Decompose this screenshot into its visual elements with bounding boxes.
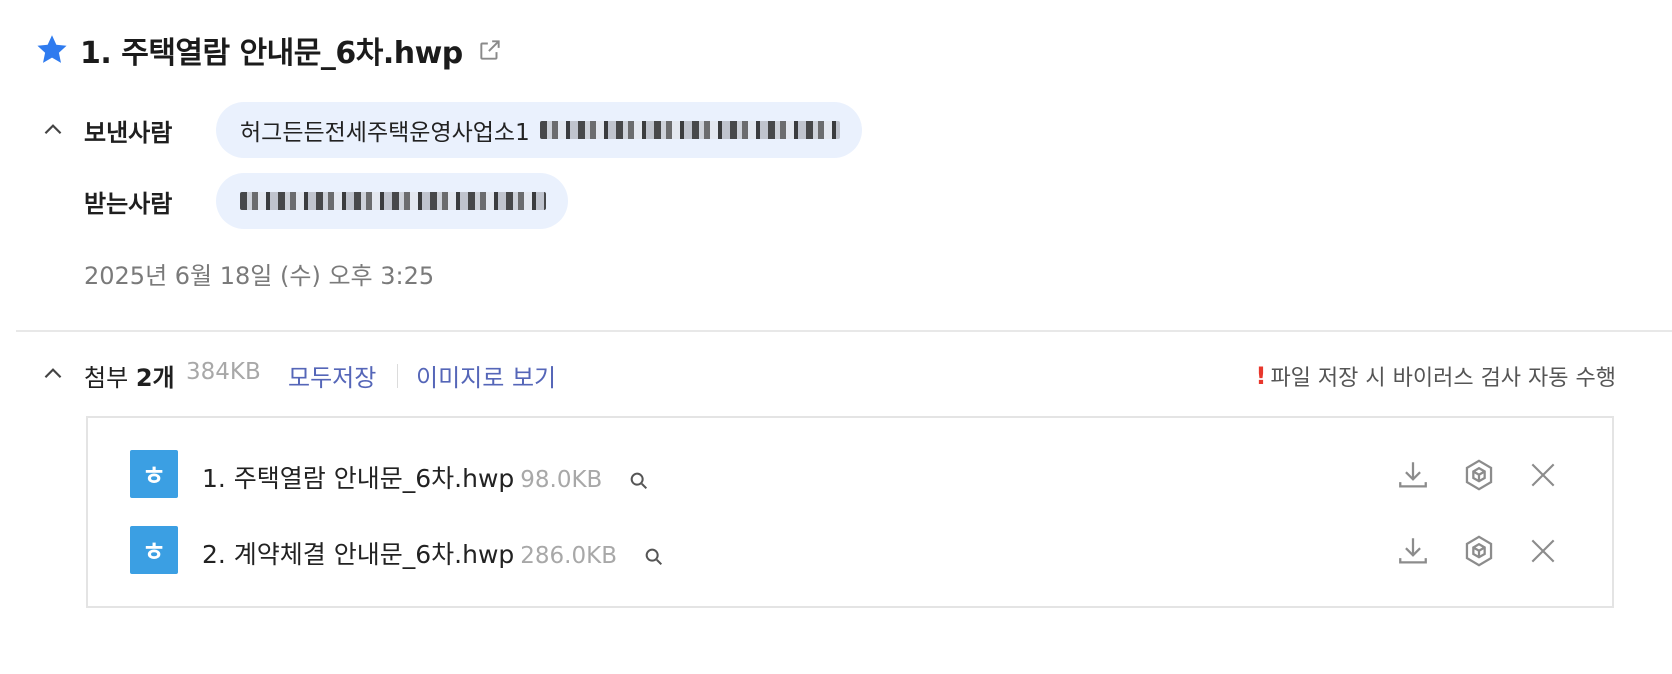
recipient-row: 받는사람 bbox=[0, 173, 1672, 229]
recipient-chip[interactable] bbox=[216, 173, 568, 229]
download-icon[interactable] bbox=[1394, 532, 1432, 570]
virus-scan-text: 파일 저장 시 바이러스 검사 자동 수행 bbox=[1270, 366, 1616, 391]
separator bbox=[397, 364, 398, 388]
virus-scan-notice: ! 파일 저장 시 바이러스 검사 자동 수행 bbox=[1255, 360, 1616, 392]
save-all-link[interactable]: 모두저장 bbox=[288, 358, 376, 393]
attachment-name[interactable]: 2. 계약체결 안내문_6차.hwp 286.0KB bbox=[202, 535, 665, 571]
close-icon[interactable] bbox=[1524, 532, 1562, 570]
redacted-sender-email bbox=[539, 121, 840, 139]
attachments-count: 2개 bbox=[135, 364, 175, 392]
attachments-total-size: 384KB bbox=[186, 359, 261, 385]
popout-icon[interactable] bbox=[477, 37, 503, 63]
attachment-filename: 2. 계약체결 안내문_6차.hwp bbox=[202, 540, 515, 569]
subject-row: 1. 주택열람 안내문_6차.hwp bbox=[34, 28, 503, 72]
attachments-header: 첨부 2개 384KB 모두저장 이미지로 보기 ! 파일 저장 시 바이러스 … bbox=[0, 352, 1672, 396]
chevron-up-icon[interactable] bbox=[40, 117, 66, 143]
chevron-up-icon[interactable] bbox=[40, 361, 66, 387]
mail-subject: 1. 주택열람 안내문_6차.hwp bbox=[80, 36, 463, 71]
attachment-size: 98.0KB bbox=[520, 467, 603, 493]
attachments-label: 첨부 bbox=[84, 364, 129, 392]
attachment-name[interactable]: 1. 주택열람 안내문_6차.hwp 98.0KB bbox=[202, 459, 650, 495]
attachment-size: 286.0KB bbox=[520, 543, 617, 569]
attachments-title: 첨부 2개 bbox=[84, 358, 175, 393]
sender-chip[interactable]: 허그든든전세주택운영사업소1 bbox=[216, 102, 862, 158]
redacted-recipient-email bbox=[240, 192, 546, 210]
hwp-file-icon: ㅎ bbox=[130, 450, 178, 498]
search-icon[interactable] bbox=[628, 469, 650, 491]
recipient-label: 받는사람 bbox=[84, 189, 173, 218]
attachment-item: ㅎ 1. 주택열람 안내문_6차.hwp 98.0KB bbox=[88, 450, 1612, 500]
cube-icon[interactable] bbox=[1460, 456, 1498, 494]
sender-name: 허그든든전세주택운영사업소1 bbox=[240, 120, 530, 146]
attachment-list: ㅎ 1. 주택열람 안내문_6차.hwp 98.0KB ㅎ 2. 계약체결 안내문… bbox=[86, 416, 1614, 608]
sender-row: 보낸사람 허그든든전세주택운영사업소1 bbox=[0, 102, 1672, 158]
warning-icon: ! bbox=[1255, 362, 1267, 390]
mail-date: 2025년 6월 18일 (수) 오후 3:25 bbox=[84, 262, 435, 290]
download-icon[interactable] bbox=[1394, 456, 1432, 494]
cube-icon[interactable] bbox=[1460, 532, 1498, 570]
close-icon[interactable] bbox=[1524, 456, 1562, 494]
hwp-file-icon: ㅎ bbox=[130, 526, 178, 574]
attachment-filename: 1. 주택열람 안내문_6차.hwp bbox=[202, 464, 515, 493]
attachment-item: ㅎ 2. 계약체결 안내문_6차.hwp 286.0KB bbox=[88, 526, 1612, 576]
star-icon[interactable] bbox=[34, 32, 70, 68]
search-icon[interactable] bbox=[643, 545, 665, 567]
sender-label: 보낸사람 bbox=[84, 118, 173, 147]
divider bbox=[16, 330, 1672, 332]
view-as-image-link[interactable]: 이미지로 보기 bbox=[416, 358, 556, 393]
